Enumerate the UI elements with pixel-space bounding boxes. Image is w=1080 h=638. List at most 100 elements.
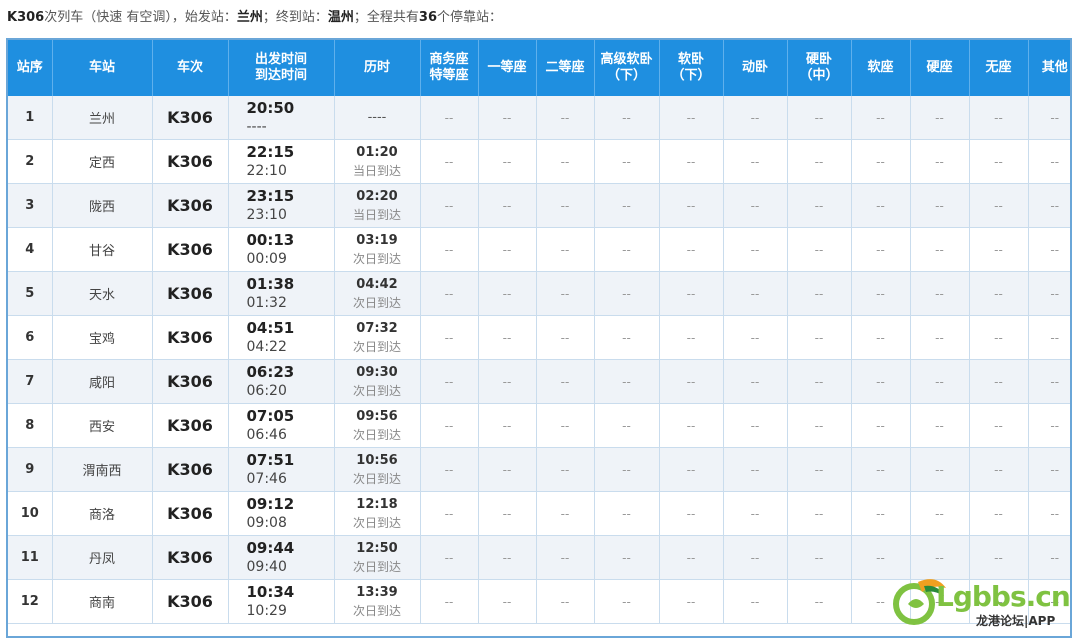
seat-availability: -- — [723, 359, 788, 404]
seat-availability: -- — [851, 447, 911, 492]
arrival-day-note: 次日到达 — [352, 559, 401, 574]
table-row[interactable]: 8 西安 K306 07:05 06:46 09:56 次日到达 -- -- -- -- -- -- --… — [8, 403, 1070, 448]
seat-availability: -- — [723, 139, 788, 184]
seat-availability: -- — [723, 183, 788, 228]
duration-value: 02:20 — [356, 188, 398, 204]
time-cell: 00:13 00:09 — [228, 227, 335, 272]
summary-train-number: K306 — [7, 10, 45, 25]
station-name: 宝鸡 — [52, 315, 153, 360]
seat-availability: -- — [594, 183, 660, 228]
seat-availability: -- — [723, 271, 788, 316]
duration-cell: 04:42 次日到达 — [334, 271, 421, 316]
table-row[interactable]: 10 商洛 K306 09:12 09:08 12:18 次日到达 -- -- -- -- -- -- -… — [8, 491, 1070, 536]
station-name: 兰州 — [52, 96, 153, 140]
seat-availability: -- — [787, 535, 852, 580]
seat-availability: -- — [536, 227, 595, 272]
seat-availability: -- — [851, 359, 911, 404]
column-header: 一等座 — [478, 40, 537, 96]
seat-availability: -- — [536, 183, 595, 228]
time-cell: 07:05 06:46 — [228, 403, 335, 448]
column-header: 商务座 特等座 — [420, 40, 479, 96]
column-header: 硬座 — [910, 40, 970, 96]
summary-stop-count: 36 — [418, 10, 438, 25]
seat-availability: -- — [723, 227, 788, 272]
seat-availability: -- — [420, 271, 479, 316]
column-header: 历时 — [334, 40, 421, 96]
seat-availability: -- — [420, 491, 479, 536]
seat-availability: -- — [969, 183, 1029, 228]
seat-availability: -- — [723, 579, 788, 624]
seat-availability: -- — [478, 315, 537, 360]
seat-availability: -- — [420, 359, 479, 404]
station-name: 定西 — [52, 139, 153, 184]
station-name: 甘谷 — [52, 227, 153, 272]
departure-time: 01:38 — [246, 274, 295, 293]
arrival-time: 06:20 — [246, 382, 287, 399]
train-number: K306 — [152, 579, 229, 624]
stop-sequence: 12 — [8, 579, 53, 624]
watermark-brand: Lgbbs.cn — [936, 580, 1071, 613]
seat-availability: -- — [787, 491, 852, 536]
timetable-body: 1 兰州 K306 20:50 ---- ---- -- -- -- -- -- -- -- -- -- --… — [8, 96, 1070, 624]
table-row[interactable]: 4 甘谷 K306 00:13 00:09 03:19 次日到达 -- -- -- -- -- -- --… — [8, 227, 1070, 272]
seat-availability: -- — [969, 139, 1029, 184]
train-number: K306 — [152, 183, 229, 228]
seat-availability: -- — [536, 139, 595, 184]
table-row[interactable]: 2 定西 K306 22:15 22:10 01:20 当日到达 -- -- -- -- -- -- --… — [8, 139, 1070, 184]
watermark-subtitle: 龙港论坛|APP — [976, 614, 1056, 628]
station-name: 西安 — [52, 403, 153, 448]
time-cell: 04:51 04:22 — [228, 315, 335, 360]
duration-cell: 12:50 次日到达 — [334, 535, 421, 580]
seat-availability: -- — [787, 271, 852, 316]
seat-availability: -- — [659, 491, 724, 536]
stop-sequence: 3 — [8, 183, 53, 228]
column-header: 高级软卧 （下） — [594, 40, 660, 96]
train-summary: K306次列车（快速 有空调），始发站：兰州；终到站：温州；全程共有36个停靠站… — [7, 8, 502, 28]
seat-availability: -- — [420, 227, 479, 272]
station-name: 丹凤 — [52, 535, 153, 580]
seat-availability: -- — [478, 447, 537, 492]
seat-availability: -- — [594, 227, 660, 272]
arrival-day-note: 次日到达 — [352, 603, 401, 618]
seat-availability: -- — [478, 183, 537, 228]
seat-availability: -- — [478, 227, 537, 272]
arrival-time: 23:10 — [246, 206, 287, 223]
stop-sequence: 6 — [8, 315, 53, 360]
seat-availability: -- — [969, 315, 1029, 360]
seat-availability: -- — [659, 271, 724, 316]
stop-sequence: 1 — [8, 96, 53, 140]
time-cell: 09:12 09:08 — [228, 491, 335, 536]
arrival-day-note: 次日到达 — [352, 251, 401, 266]
train-number: K306 — [152, 96, 229, 140]
seat-availability: -- — [420, 447, 479, 492]
summary-origin: 兰州 — [236, 10, 263, 25]
seat-availability: -- — [910, 403, 970, 448]
stop-sequence: 7 — [8, 359, 53, 404]
table-row[interactable]: 7 咸阳 K306 06:23 06:20 09:30 次日到达 -- -- -- -- -- -- --… — [8, 359, 1070, 404]
duration-value: 10:56 — [356, 452, 398, 468]
header-row: 站序 车站 车次 出发时间 到达时间 历时 商务座 特等座 一等座 二等座 高级软卧 （下） 软卧 （下）… — [8, 40, 1070, 96]
station-name: 渭南西 — [52, 447, 153, 492]
train-number: K306 — [152, 403, 229, 448]
seat-availability: -- — [723, 447, 788, 492]
table-row[interactable]: 3 陇西 K306 23:15 23:10 02:20 当日到达 -- -- -- -- -- -- --… — [8, 183, 1070, 228]
duration-value: 09:30 — [356, 364, 398, 380]
seat-availability: -- — [851, 403, 911, 448]
table-row[interactable]: 9 渭南西 K306 07:51 07:46 10:56 次日到达 -- -- -- -- -- -- -… — [8, 447, 1070, 492]
seat-availability: -- — [969, 96, 1029, 140]
table-row[interactable]: 5 天水 K306 01:38 01:32 04:42 次日到达 -- -- -- -- -- -- --… — [8, 271, 1070, 316]
seat-availability: -- — [478, 271, 537, 316]
table-row[interactable]: 1 兰州 K306 20:50 ---- ---- -- -- -- -- -- -- -- -- -- --… — [8, 96, 1070, 140]
seat-availability: -- — [851, 227, 911, 272]
seat-availability: -- — [659, 579, 724, 624]
arrival-day-note: 次日到达 — [352, 295, 401, 310]
station-name: 咸阳 — [52, 359, 153, 404]
stop-sequence: 2 — [8, 139, 53, 184]
arrival-time: 10:29 — [246, 602, 287, 619]
column-header: 其他 — [1028, 40, 1070, 96]
seat-availability: -- — [1028, 227, 1070, 272]
table-row[interactable]: 6 宝鸡 K306 04:51 04:22 07:32 次日到达 -- -- -- -- -- -- --… — [8, 315, 1070, 360]
seat-availability: -- — [1028, 315, 1070, 360]
seat-availability: -- — [536, 359, 595, 404]
seat-availability: -- — [910, 96, 970, 140]
